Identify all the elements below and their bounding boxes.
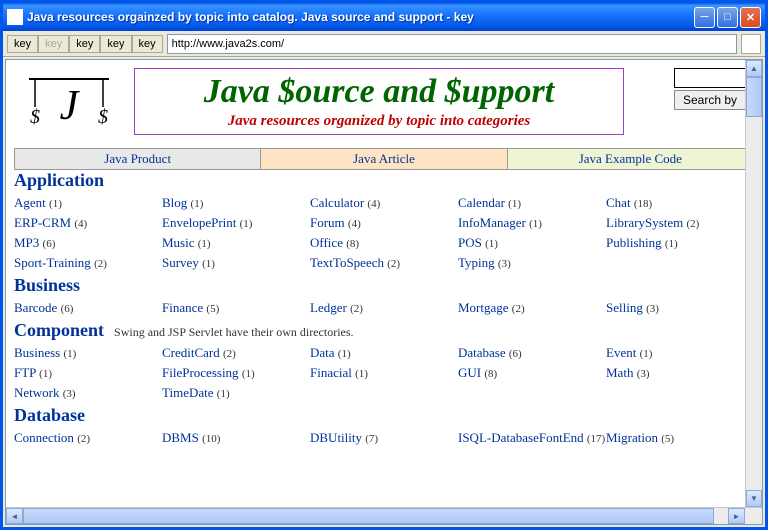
page-body: $ $ J Java $ource and $upport Java resou… [6,60,762,524]
tab-button-4[interactable]: key [100,35,131,53]
scroll-up-button[interactable]: ▲ [746,60,762,77]
tab-button-2[interactable]: key [38,35,69,53]
catalog-link[interactable]: CreditCard (2) [162,343,310,363]
catalog-link [606,383,754,403]
vertical-scrollbar[interactable]: ▲ ▼ [745,60,762,507]
catalog-link[interactable]: Migration (5) [606,428,754,448]
vertical-scroll-thumb[interactable] [746,77,762,117]
section-header: Component [14,320,104,340]
site-logo: $ $ J [14,68,124,138]
horizontal-scroll-thumb[interactable] [23,508,714,524]
svg-text:$: $ [98,106,108,128]
catalog-link[interactable]: DBUtility (7) [310,428,458,448]
close-button[interactable]: ✕ [740,7,761,28]
catalog-link[interactable]: ERP-CRM (4) [14,213,162,233]
scroll-corner [745,508,762,524]
scroll-right-button[interactable]: ► [728,508,745,524]
catalog-link[interactable]: Typing (3) [458,253,606,273]
catalog-link[interactable]: Blog (1) [162,193,310,213]
catalog-link[interactable]: Forum (4) [310,213,458,233]
section-note: Swing and JSP Servlet have their own dir… [114,325,354,339]
app-window: Java resources orgainzed by topic into c… [0,0,768,530]
catalog-link[interactable]: Sport-Training (2) [14,253,162,273]
window-title: Java resources orgainzed by topic into c… [27,10,694,24]
catalog-link[interactable]: FileProcessing (1) [162,363,310,383]
scroll-down-button[interactable]: ▼ [746,490,762,507]
catalog-link [606,253,754,273]
nav-tab-article[interactable]: Java Article [261,149,507,169]
app-icon [7,9,23,25]
section-header: Business [14,275,80,295]
toolbar-logo-icon [741,34,761,54]
catalog-link[interactable]: FTP (1) [14,363,162,383]
horizontal-scrollbar[interactable]: ◄ ► [6,507,762,524]
catalog-link[interactable]: Survey (1) [162,253,310,273]
catalog-link[interactable]: InfoManager (1) [458,213,606,233]
catalog-link[interactable]: Network (3) [14,383,162,403]
catalog-link[interactable]: Chat (18) [606,193,754,213]
catalog-link[interactable]: Music (1) [162,233,310,253]
nav-tab-example[interactable]: Java Example Code [508,149,753,169]
tab-button-1[interactable]: key [7,35,38,53]
catalog-link[interactable]: Ledger (2) [310,298,458,318]
banner-subtitle: Java resources organized by topic into c… [155,113,603,130]
horizontal-scroll-track[interactable] [23,508,728,524]
catalog-link[interactable]: Database (6) [458,343,606,363]
minimize-button[interactable]: ─ [694,7,715,28]
search-area: Search by [674,68,754,110]
catalog-link[interactable]: MP3 (6) [14,233,162,253]
item-grid: Barcode (6)Finance (5)Ledger (2)Mortgage… [14,296,754,320]
banner: Java $ource and $upport Java resources o… [134,68,624,135]
catalog-link[interactable]: Finacial (1) [310,363,458,383]
section-header: Database [14,405,85,425]
catalog-link[interactable]: Data (1) [310,343,458,363]
catalog-link[interactable]: TextToSpeech (2) [310,253,458,273]
section-header: Application [14,170,104,190]
svg-text:$: $ [30,106,40,128]
svg-text:J: J [60,83,81,129]
catalog-link[interactable]: TimeDate (1) [162,383,310,403]
catalog-link[interactable]: Calendar (1) [458,193,606,213]
catalog-link [458,383,606,403]
catalog-link[interactable]: Business (1) [14,343,162,363]
item-grid: Business (1)CreditCard (2)Data (1)Databa… [14,341,754,405]
titlebar[interactable]: Java resources orgainzed by topic into c… [3,3,765,31]
item-grid: Agent (1)Blog (1)Calculator (4)Calendar … [14,191,754,275]
catalog-link[interactable]: Connection (2) [14,428,162,448]
tab-button-3[interactable]: key [69,35,100,53]
search-button[interactable]: Search by [674,90,746,110]
maximize-button[interactable]: □ [717,7,738,28]
nav-tab-product[interactable]: Java Product [15,149,261,169]
catalog-link[interactable]: Finance (5) [162,298,310,318]
catalog-link[interactable]: Mortgage (2) [458,298,606,318]
nav-tabs: Java Product Java Article Java Example C… [14,148,754,170]
content-area: $ $ J Java $ource and $upport Java resou… [3,57,765,527]
scroll-left-button[interactable]: ◄ [6,508,23,524]
catalog-link[interactable]: ISQL-DatabaseFontEnd (17) [458,428,606,448]
banner-title: Java $ource and $upport [155,73,603,111]
catalog-link [310,383,458,403]
catalog-link[interactable]: Selling (3) [606,298,754,318]
viewport: $ $ J Java $ource and $upport Java resou… [5,59,763,525]
catalog-link[interactable]: Publishing (1) [606,233,754,253]
catalog-link[interactable]: LibrarySystem (2) [606,213,754,233]
catalog-link[interactable]: Event (1) [606,343,754,363]
toolbar: key key key key key [3,31,765,57]
search-input[interactable] [674,68,754,88]
url-input[interactable] [167,34,737,54]
tab-button-5[interactable]: key [132,35,163,53]
catalog-link[interactable]: Math (3) [606,363,754,383]
catalog-link[interactable]: Agent (1) [14,193,162,213]
item-grid: Connection (2)DBMS (10)DBUtility (7)ISQL… [14,426,754,450]
catalog-link[interactable]: DBMS (10) [162,428,310,448]
catalog-link[interactable]: POS (1) [458,233,606,253]
catalog-link[interactable]: EnvelopePrint (1) [162,213,310,233]
catalog-link[interactable]: Barcode (6) [14,298,162,318]
catalog-link[interactable]: Office (8) [310,233,458,253]
catalog-link[interactable]: Calculator (4) [310,193,458,213]
catalog-link[interactable]: GUI (8) [458,363,606,383]
